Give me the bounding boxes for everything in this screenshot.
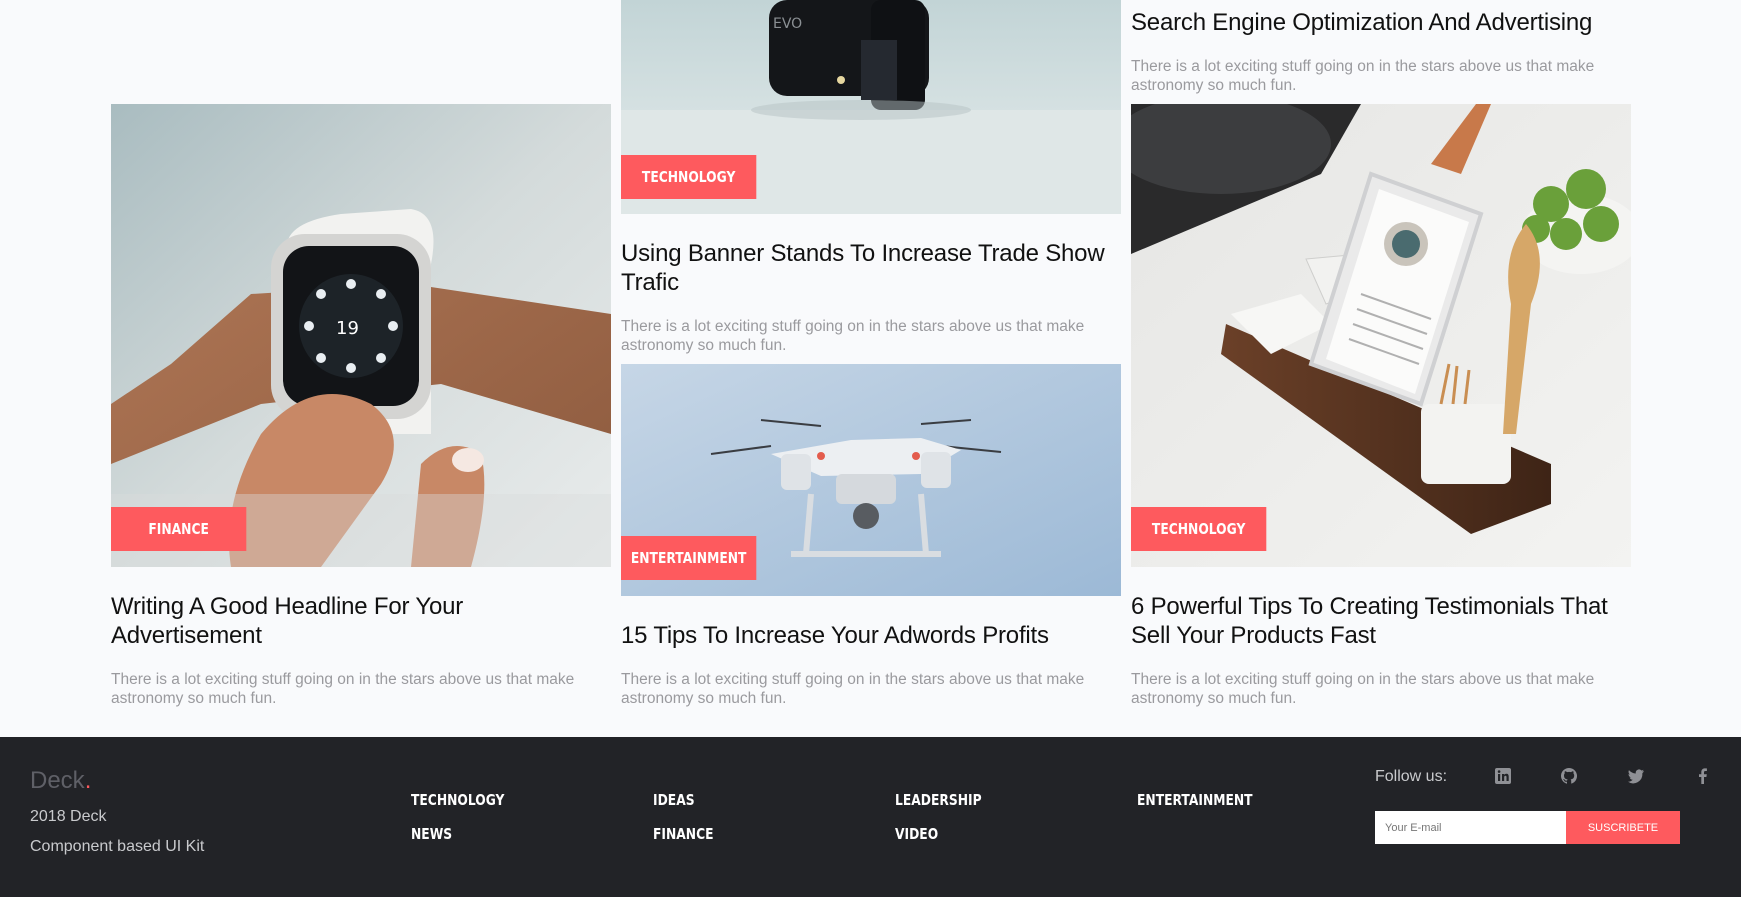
linkedin-icon[interactable] [1492,765,1514,787]
svg-text:EVO: EVO [773,16,802,32]
tablet-kitchen-photo [1131,104,1631,567]
card-description: There is a lot exciting stuff going on i… [1131,58,1595,94]
card-description: There is a lot exciting stuff going on i… [1131,671,1595,707]
brand-name: Deck [30,767,85,794]
card-image-smartwatch[interactable]: 19 [111,104,611,567]
footer-link-technology[interactable]: TECHNOLOGY [411,791,504,809]
footer-link-leadership[interactable]: LEADERSHIP [895,791,982,809]
card-image-tablet-kitchen[interactable] [1131,104,1631,567]
tag-technology[interactable]: TECHNOLOGY [1131,507,1267,551]
card-title[interactable]: 6 Powerful Tips To Creating Testimonials… [1131,592,1631,650]
facebook-icon[interactable] [1692,765,1714,787]
tag-finance[interactable]: FINANCE [111,507,247,551]
footer-link-ideas[interactable]: IDEAS [653,791,695,809]
twitter-icon[interactable] [1625,765,1647,787]
footer-link-news[interactable]: NEWS [411,825,452,843]
footer-link-finance[interactable]: FINANCE [653,825,714,843]
github-icon[interactable] [1558,765,1580,787]
footer-link-video[interactable]: VIDEO [895,825,938,843]
subscribe-button[interactable]: SUSCRIBETE [1566,811,1680,844]
tag-entertainment[interactable]: ENTERTAINMENT [621,536,757,580]
card-title[interactable]: Using Banner Stands To Increase Trade Sh… [621,239,1111,297]
smartwatch-photo: 19 [111,104,611,567]
brand-logo[interactable]: Deck. [30,767,91,795]
footer-link-entertainment[interactable]: ENTERTAINMENT [1137,791,1253,809]
copyright-line: 2018 Deck [30,808,107,825]
card-description: There is a lot exciting stuff going on i… [621,671,1085,707]
footer: Deck. 2018 Deck Component based UI Kit T… [0,737,1741,897]
card-title[interactable]: Writing A Good Headline For Your Adverti… [111,592,531,650]
tagline: Component based UI Kit [30,838,205,855]
email-input[interactable] [1375,811,1566,844]
article-grid: 19 FINANCE Writing A Good Headline For Y… [0,0,1741,737]
card-title[interactable]: Search Engine Optimization And Advertisi… [1131,8,1631,37]
tag-technology[interactable]: TECHNOLOGY [621,155,757,199]
svg-text:19: 19 [336,318,359,339]
card-title[interactable]: 15 Tips To Increase Your Adwords Profits [621,621,1111,650]
follow-us-label: Follow us: [1375,768,1448,785]
card-description: There is a lot exciting stuff going on i… [111,671,575,707]
card-description: There is a lot exciting stuff going on i… [621,318,1085,354]
brand-dot: . [84,767,92,794]
